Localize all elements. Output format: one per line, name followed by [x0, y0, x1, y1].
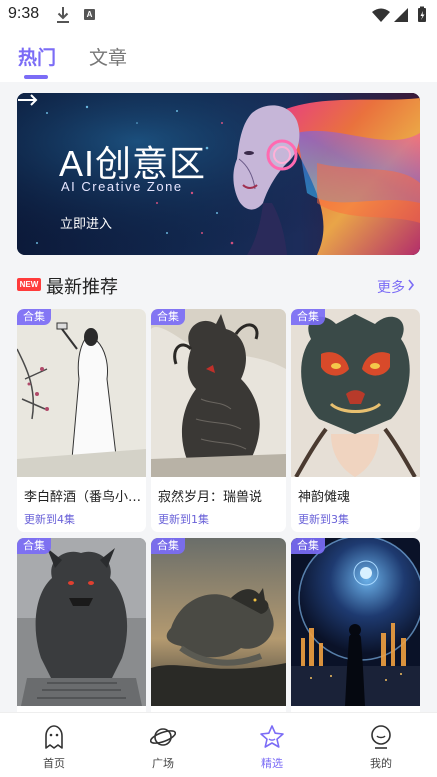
- card-cover-image: [17, 538, 146, 706]
- collection-tag: 合集: [291, 309, 325, 325]
- status-time: 9:38: [8, 5, 40, 22]
- collection-tag: 合集: [151, 309, 185, 325]
- latest-recommend-header: NEW 最新推荐 更多: [0, 268, 437, 298]
- nav-label: 精选: [261, 757, 283, 770]
- collection-tag: 合集: [17, 309, 51, 325]
- status-bar: 9:38 A: [0, 0, 437, 30]
- collection-card[interactable]: 合集 李白醉酒（番鸟小… 更新到4集: [17, 309, 146, 532]
- collection-tag: 合集: [151, 538, 185, 554]
- card-cover-image: [151, 538, 286, 706]
- collection-card[interactable]: 合集: [291, 538, 420, 712]
- download-icon: [57, 7, 69, 23]
- star-icon: [260, 725, 284, 748]
- nav-featured[interactable]: 精选: [242, 721, 302, 773]
- signal-battery-icons: [372, 6, 426, 22]
- card-title: 寂然岁月：瑞兽说: [158, 490, 263, 505]
- more-link[interactable]: 更多: [377, 277, 405, 297]
- tab-articles[interactable]: 文章: [89, 43, 127, 70]
- arrow-right-icon: [18, 94, 38, 106]
- collection-card[interactable]: 合集 神韵傩魂 更新到3集: [291, 309, 420, 532]
- home-icon: [45, 725, 63, 749]
- card-update-status: 更新到4集: [24, 513, 75, 526]
- top-tab-bar: 热门 文章: [0, 30, 437, 82]
- collection-card[interactable]: 合集: [151, 538, 286, 712]
- banner-enter-link[interactable]: 立即进入: [60, 213, 112, 232]
- nav-profile[interactable]: 我的: [351, 721, 411, 773]
- planet-icon: [150, 728, 176, 746]
- card-cover-image: [291, 538, 420, 706]
- collection-card[interactable]: 合集 寂然岁月：瑞兽说 更新到1集: [151, 309, 286, 532]
- nav-square[interactable]: 广场: [133, 721, 193, 773]
- nav-label: 首页: [43, 757, 65, 770]
- nav-home[interactable]: 首页: [24, 721, 84, 773]
- collection-tag: 合集: [291, 538, 325, 554]
- tab-hot[interactable]: 热门: [18, 43, 56, 70]
- card-cover-image: [17, 309, 146, 477]
- ai-creative-zone-banner[interactable]: AI创意区 AI Creative Zone 立即进入: [17, 93, 420, 255]
- section-title: 最新推荐: [46, 277, 118, 298]
- card-update-status: 更新到3集: [298, 513, 349, 526]
- card-update-status: 更新到1集: [158, 513, 209, 526]
- main-content[interactable]: AI创意区 AI Creative Zone 立即进入 NEW 最新推荐 更多: [0, 82, 437, 712]
- card-title: 李白醉酒（番鸟小…: [24, 490, 140, 505]
- nav-label: 广场: [152, 757, 174, 770]
- active-tab-indicator: [24, 75, 48, 79]
- collection-tag: 合集: [17, 538, 51, 554]
- collection-card[interactable]: 合集: [17, 538, 146, 712]
- banner-subtitle: AI Creative Zone: [61, 179, 183, 194]
- accessibility-icon: A: [84, 9, 95, 20]
- card-title: 神韵傩魂: [298, 490, 351, 505]
- nav-label: 我的: [370, 757, 392, 770]
- card-cover-image: [151, 309, 286, 477]
- card-cover-image: [291, 309, 420, 477]
- profile-icon: [371, 725, 391, 749]
- new-badge: NEW: [17, 278, 41, 291]
- chevron-right-icon[interactable]: [407, 279, 415, 291]
- bottom-navigation: 首页 广场 精选 我的: [0, 712, 437, 777]
